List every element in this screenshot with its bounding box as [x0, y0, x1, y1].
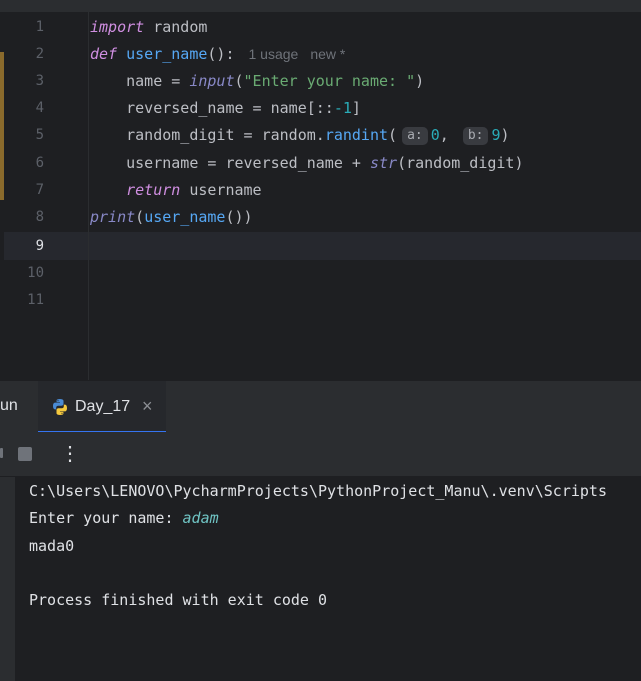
builtin: input	[189, 72, 235, 90]
line-number-current: 9	[35, 238, 44, 254]
code-line-2[interactable]: def user_name(): 1 usage new *	[90, 41, 345, 68]
line-number: 4	[35, 100, 44, 116]
code-line-3[interactable]: name = input("Enter your name: ")	[90, 68, 424, 95]
line-number: 1	[35, 19, 44, 35]
line-number: 10	[27, 265, 44, 281]
run-tab-bar: un Day_17 ×	[0, 380, 641, 433]
tab-day17[interactable]: Day_17 ×	[38, 381, 166, 433]
code-text: name =	[90, 72, 190, 90]
more-vertical-icon[interactable]: ⋮	[60, 441, 80, 466]
code-line-1[interactable]: import random	[90, 14, 207, 41]
python-icon	[51, 398, 69, 416]
line-number: 3	[35, 73, 44, 89]
builtin: str	[369, 154, 398, 172]
console-exit-message: Process finished with exit code 0	[29, 591, 328, 609]
console-path-line: C:\Users\LENOVO\PycharmProjects\PythonPr…	[29, 482, 607, 500]
code-text: (random_digit)	[397, 154, 524, 172]
toolbar-partial-icon[interactable]	[0, 448, 3, 458]
line-number: 7	[35, 182, 44, 198]
console-prompt: Enter your name:	[29, 509, 183, 527]
console-gutter	[0, 477, 16, 681]
code-area[interactable]: import random def user_name(): 1 usage new…	[90, 12, 641, 380]
code-text: username = reversed_name +	[90, 154, 370, 172]
code-text: ]	[351, 99, 361, 117]
code-text: )	[500, 126, 510, 144]
code-text: random	[144, 18, 208, 36]
param-hint-b: b:	[462, 127, 489, 145]
keyword: return	[126, 181, 181, 199]
line-number: 2	[35, 46, 44, 62]
new-hint: new *	[310, 46, 346, 62]
code-text: username	[180, 181, 262, 199]
console-user-input: adam	[182, 509, 219, 527]
line-number: 5	[35, 127, 44, 143]
code-text: (	[234, 72, 244, 90]
line-number: 8	[35, 209, 44, 225]
line-number: 11	[27, 292, 44, 308]
number-literal: 0	[430, 126, 440, 144]
code-text: ())	[225, 208, 253, 226]
builtin: print	[90, 208, 136, 226]
gutter-divider	[88, 12, 89, 380]
code-editor[interactable]: 1 2 3 4 5 6 7 8 9 10 11 import random de…	[0, 0, 641, 380]
code-line-6[interactable]: username = reversed_name + str(random_di…	[90, 150, 524, 177]
code-text: (	[135, 208, 145, 226]
code-text: (	[388, 126, 398, 144]
number-literal: -1	[333, 99, 352, 117]
run-console[interactable]: C:\Users\LENOVO\PycharmProjects\PythonPr…	[0, 477, 641, 681]
code-text: reversed_name = name[::	[90, 99, 334, 117]
code-line-8[interactable]: print(user_name())	[90, 204, 253, 231]
param-hint-a: a:	[402, 127, 428, 145]
code-text: )	[415, 72, 425, 90]
code-text: ():	[207, 45, 235, 63]
run-toolbar: ⋮	[0, 432, 641, 477]
console-prompt-line: Enter your name: adam	[29, 505, 219, 532]
close-icon[interactable]: ×	[142, 396, 153, 417]
method-call: randint	[324, 126, 389, 144]
keyword: import	[90, 18, 145, 36]
editor-top-strip	[0, 0, 641, 12]
keyword: def	[90, 45, 118, 63]
number-literal: 9	[491, 126, 501, 144]
string-literal: "Enter your name: "	[243, 72, 416, 90]
usage-hint[interactable]: 1 usage	[249, 46, 299, 62]
function-call: user_name	[144, 208, 226, 226]
code-text: random_digit = random.	[90, 126, 325, 144]
line-number-gutter: 1 2 3 4 5 6 7 8 9 10 11	[4, 12, 88, 380]
tab-label: Day_17	[75, 398, 131, 415]
function-name: user_name	[126, 45, 208, 63]
stop-icon[interactable]	[18, 447, 32, 461]
code-line-5[interactable]: random_digit = random.randint(a: 0, b: 9)	[90, 122, 510, 149]
code-line-7[interactable]: return username	[90, 177, 262, 204]
console-output: mada0	[29, 537, 75, 555]
line-number: 6	[35, 155, 44, 171]
code-text: ,	[439, 126, 458, 144]
run-tab-partial[interactable]: un	[0, 397, 18, 415]
code-line-4[interactable]: reversed_name = name[::-1]	[90, 95, 361, 122]
